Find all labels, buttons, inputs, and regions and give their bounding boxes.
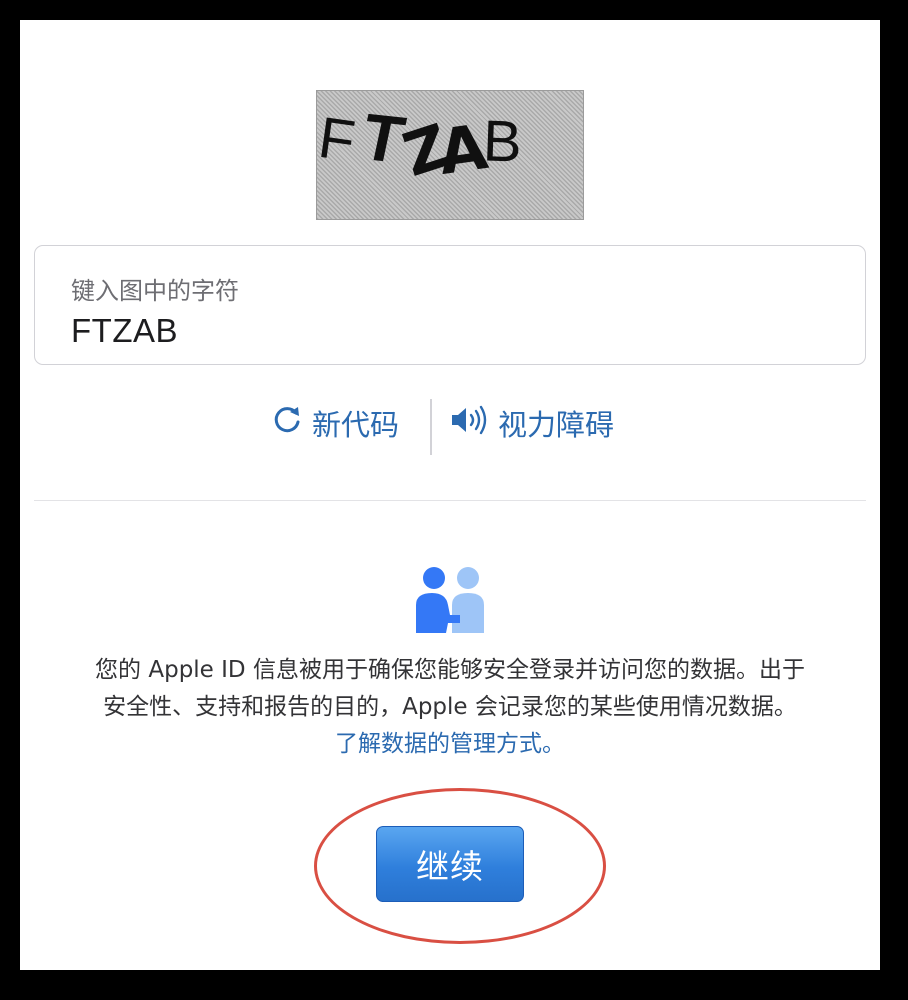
captcha-input-value[interactable]: FTZAB [71, 312, 178, 350]
privacy-learn-more-link[interactable]: 了解数据的管理方式。 [20, 726, 880, 763]
section-divider [34, 500, 866, 501]
continue-button[interactable]: 继续 [376, 826, 524, 902]
speaker-icon [450, 405, 490, 442]
vision-impaired-label: 视力障碍 [498, 408, 615, 442]
captcha-char-5: B [481, 108, 523, 175]
captcha-image: F T Z A B [316, 90, 584, 220]
privacy-text-line-2: 安全性、支持和报告的目的，Apple 会记录您的某些使用情况数据。 [103, 694, 797, 720]
captcha-char-1: F [316, 104, 359, 175]
captcha-dialog: F T Z A B 键入图中的字符 FTZAB 新代码 视力障碍 您的 Appl… [20, 20, 880, 970]
new-code-button[interactable]: 新代码 [270, 403, 399, 443]
vision-impaired-button[interactable]: 视力障碍 [450, 403, 614, 443]
privacy-notice: 您的 Apple ID 信息被用于确保您能够安全登录并访问您的数据。出于 安全性… [20, 652, 880, 763]
captcha-input-label: 键入图中的字符 [71, 277, 239, 305]
captcha-actions: 新代码 视力障碍 [20, 395, 880, 457]
privacy-text-line-1: 您的 Apple ID 信息被用于确保您能够安全登录并访问您的数据。出于 [95, 657, 805, 683]
refresh-icon [270, 403, 304, 444]
new-code-label: 新代码 [312, 408, 400, 442]
captcha-input-field[interactable]: 键入图中的字符 FTZAB [34, 245, 866, 365]
people-handshake-icon [408, 565, 492, 633]
actions-separator [430, 399, 432, 455]
